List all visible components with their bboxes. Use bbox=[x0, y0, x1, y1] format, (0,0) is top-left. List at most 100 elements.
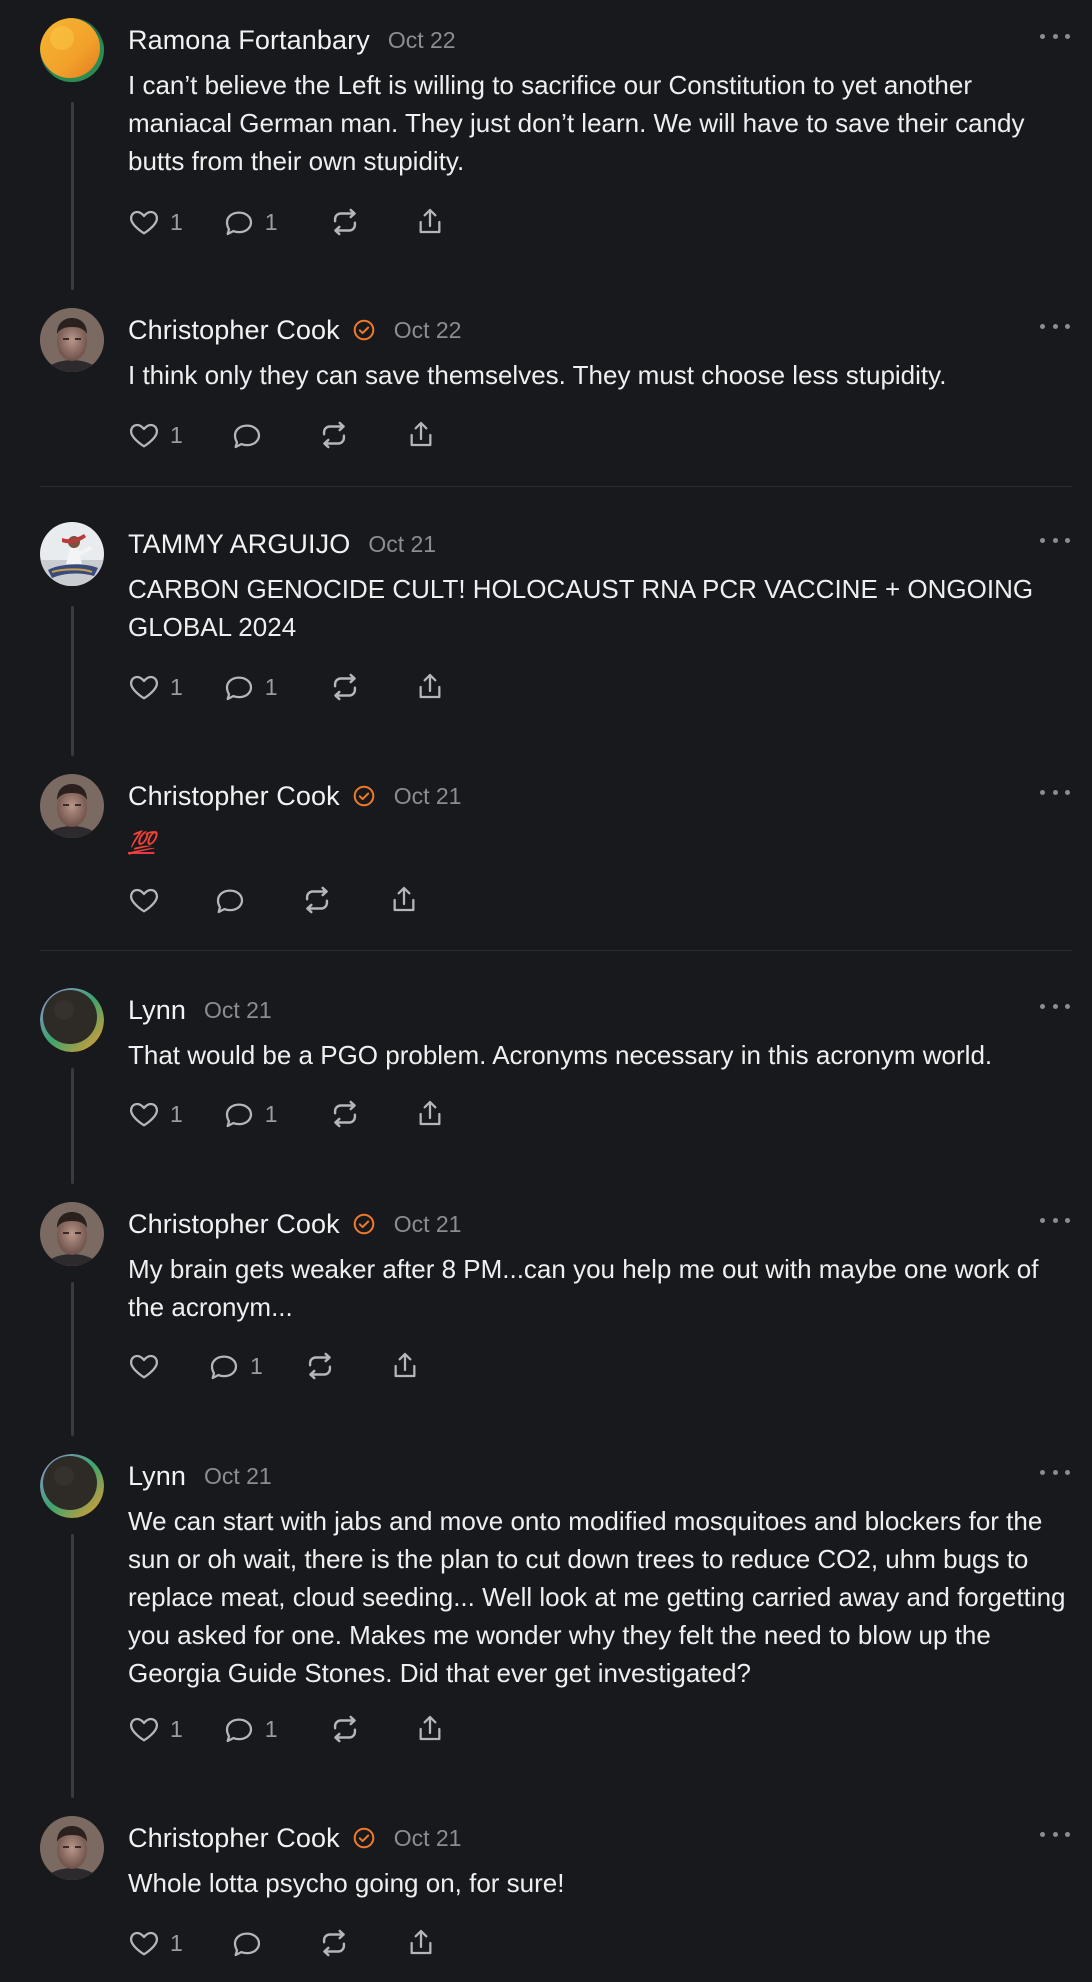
post-date[interactable]: Oct 21 bbox=[204, 997, 272, 1024]
comment-bubble-icon bbox=[225, 676, 252, 701]
post-actions: 1 1 bbox=[128, 1709, 446, 1749]
reply-button[interactable] bbox=[231, 415, 263, 455]
post-date[interactable]: Oct 21 bbox=[394, 783, 462, 810]
post-date[interactable]: Oct 22 bbox=[394, 317, 462, 344]
avatar[interactable] bbox=[40, 1454, 104, 1518]
like-button[interactable]: 1 bbox=[128, 415, 183, 455]
more-ellipsis-icon[interactable] bbox=[1040, 24, 1070, 48]
post-actions: 1 bbox=[128, 1923, 437, 1963]
repost-arrows-icon bbox=[333, 208, 356, 236]
verified-check-badge-icon bbox=[353, 785, 375, 807]
author-name[interactable]: Ramona Fortanbary bbox=[128, 25, 370, 56]
like-button[interactable]: 1 bbox=[128, 667, 183, 707]
reply-button[interactable]: 1 bbox=[208, 1346, 263, 1386]
like-count: 1 bbox=[170, 1929, 183, 1956]
reply-count: 1 bbox=[264, 1715, 278, 1742]
more-ellipsis-icon[interactable] bbox=[1040, 1822, 1070, 1846]
comment-bubble-icon bbox=[225, 1718, 252, 1743]
avatar[interactable] bbox=[40, 988, 104, 1052]
author-name[interactable]: TAMMY ARGUIJO bbox=[128, 529, 350, 560]
repost-button[interactable] bbox=[303, 1346, 337, 1386]
repost-arrows-icon bbox=[322, 1929, 345, 1957]
share-button[interactable] bbox=[414, 667, 446, 707]
reply-button[interactable]: 1 bbox=[223, 1709, 278, 1749]
more-ellipsis-icon[interactable] bbox=[1040, 780, 1070, 804]
post-header: Christopher Cook Oct 21 bbox=[128, 1820, 461, 1856]
share-upload-icon bbox=[393, 886, 415, 912]
heart-icon bbox=[130, 1102, 158, 1127]
share-button[interactable] bbox=[414, 202, 446, 242]
post-date[interactable]: Oct 21 bbox=[204, 1463, 272, 1490]
post-actions: 1 bbox=[128, 1346, 421, 1386]
post-text: Whole lotta psycho going on, for sure! bbox=[128, 1868, 565, 1898]
reply-button[interactable]: 1 bbox=[223, 202, 278, 242]
post-date[interactable]: Oct 21 bbox=[368, 531, 436, 558]
more-ellipsis-icon[interactable] bbox=[1040, 994, 1070, 1018]
author-name[interactable]: Lynn bbox=[128, 995, 186, 1026]
author-name[interactable]: Christopher Cook bbox=[128, 1823, 340, 1854]
repost-button[interactable] bbox=[328, 1709, 362, 1749]
reply-count: 1 bbox=[250, 1352, 263, 1379]
post-date[interactable]: Oct 21 bbox=[394, 1211, 462, 1238]
repost-button[interactable] bbox=[328, 202, 362, 242]
more-ellipsis-icon[interactable] bbox=[1040, 1208, 1070, 1232]
avatar[interactable] bbox=[40, 1202, 104, 1266]
share-button[interactable] bbox=[389, 1346, 421, 1386]
share-button[interactable] bbox=[405, 1923, 437, 1963]
repost-button[interactable] bbox=[328, 667, 362, 707]
post-date[interactable]: Oct 22 bbox=[388, 27, 456, 54]
more-ellipsis-icon[interactable] bbox=[1040, 528, 1070, 552]
repost-button[interactable] bbox=[300, 880, 334, 920]
share-button[interactable] bbox=[414, 1094, 446, 1134]
thread-connector bbox=[71, 1068, 74, 1184]
reply-button[interactable]: 1 bbox=[223, 667, 278, 707]
comment-bubble-icon bbox=[225, 211, 252, 236]
author-name[interactable]: Christopher Cook bbox=[128, 1209, 340, 1240]
author-name[interactable]: Christopher Cook bbox=[128, 781, 340, 812]
author-name[interactable]: Christopher Cook bbox=[128, 315, 340, 346]
avatar[interactable] bbox=[40, 308, 104, 372]
heart-icon bbox=[130, 1717, 158, 1742]
reply-button[interactable]: 1 bbox=[223, 1094, 278, 1134]
post-date[interactable]: Oct 21 bbox=[394, 1825, 462, 1852]
repost-button[interactable] bbox=[328, 1094, 362, 1134]
repost-button[interactable] bbox=[317, 1923, 351, 1963]
like-button[interactable]: 1 bbox=[128, 1923, 183, 1963]
post-text: CARBON GENOCIDE CULT! HOLOCAUST RNA PCR … bbox=[128, 574, 1034, 642]
like-button[interactable]: 1 bbox=[128, 1094, 183, 1134]
thread-connector bbox=[71, 1534, 74, 1798]
author-name[interactable]: Lynn bbox=[128, 1461, 186, 1492]
share-upload-icon bbox=[419, 673, 441, 699]
like-button[interactable]: 1 bbox=[128, 1709, 183, 1749]
repost-arrows-icon bbox=[305, 886, 329, 914]
more-ellipsis-icon[interactable] bbox=[1040, 1460, 1070, 1484]
like-button[interactable] bbox=[128, 1346, 160, 1386]
like-button[interactable]: 1 bbox=[128, 202, 183, 242]
post-actions bbox=[128, 880, 420, 920]
post-header: Christopher Cook Oct 21 bbox=[128, 1206, 461, 1242]
share-upload-icon bbox=[410, 421, 432, 447]
post-text: We can start with jabs and move onto mod… bbox=[128, 1506, 1066, 1688]
avatar[interactable] bbox=[40, 774, 104, 838]
reply-count: 1 bbox=[264, 208, 278, 235]
post: Christopher Cook Oct 22 I think only the… bbox=[0, 290, 1092, 486]
share-button[interactable] bbox=[414, 1709, 446, 1749]
post-header: Ramona Fortanbary Oct 22 bbox=[128, 22, 456, 58]
share-upload-icon bbox=[419, 1100, 441, 1126]
reply-button[interactable] bbox=[214, 880, 246, 920]
avatar[interactable] bbox=[40, 522, 104, 586]
like-count: 1 bbox=[170, 1715, 183, 1742]
avatar[interactable] bbox=[40, 18, 104, 82]
like-button[interactable] bbox=[128, 880, 160, 920]
repost-button[interactable] bbox=[317, 415, 351, 455]
reply-button[interactable] bbox=[231, 1923, 263, 1963]
comment-bubble-icon bbox=[210, 1355, 238, 1380]
more-ellipsis-icon[interactable] bbox=[1040, 314, 1070, 338]
avatar[interactable] bbox=[40, 1816, 104, 1880]
share-button[interactable] bbox=[405, 415, 437, 455]
post-text: My brain gets weaker after 8 PM...can yo… bbox=[128, 1254, 1039, 1322]
thread-connector bbox=[71, 102, 74, 290]
share-button[interactable] bbox=[388, 880, 420, 920]
thread-divider bbox=[40, 950, 1072, 951]
post-header: Christopher Cook Oct 21 bbox=[128, 778, 461, 814]
